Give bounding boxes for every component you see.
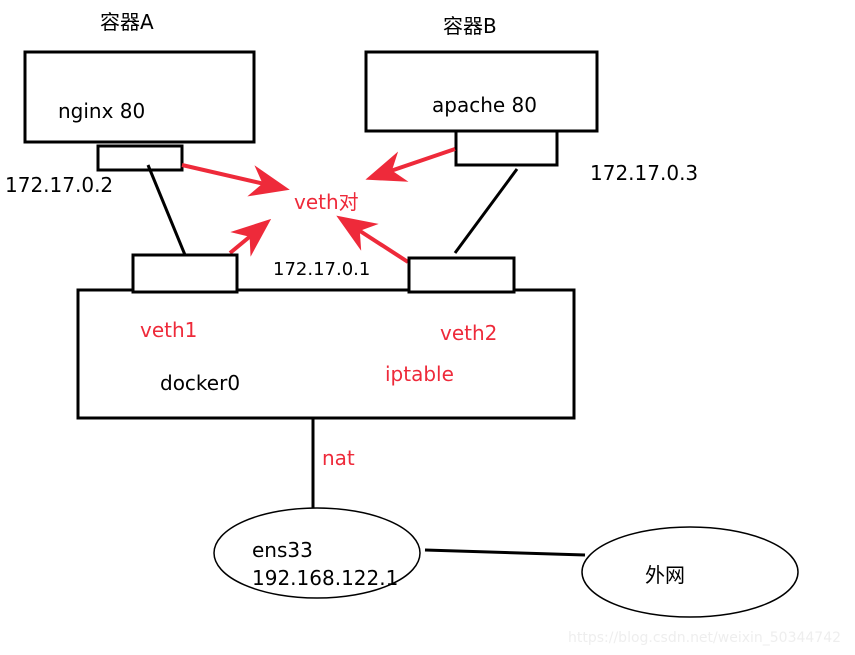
link-b xyxy=(453,168,519,254)
iptable-label: iptable xyxy=(385,362,454,386)
veth1-label: veth1 xyxy=(140,318,197,342)
nat-label: nat xyxy=(322,446,355,470)
external-label: 外网 xyxy=(645,563,685,587)
arrow-icon xyxy=(365,147,456,182)
veth2-label: veth2 xyxy=(440,321,497,345)
watermark: https://blog.csdn.net/weixin_50344742 xyxy=(568,630,841,646)
docker0-box xyxy=(76,288,576,420)
arrow-icon xyxy=(181,163,290,197)
external-link xyxy=(424,548,586,557)
veth-pair-label: veth对 xyxy=(294,190,359,214)
external-ellipse xyxy=(581,526,799,618)
veth1-port xyxy=(131,253,239,294)
arrow-icon xyxy=(228,218,272,257)
diagram-canvas: 容器A nginx 80 172.17.0.2 容器B apache 80 17… xyxy=(5,10,841,646)
ens33-name: ens33 xyxy=(252,538,313,562)
ens33-ip: 192.168.122.1 xyxy=(252,566,398,590)
docker-network-diagram: 容器A nginx 80 172.17.0.2 容器B apache 80 17… xyxy=(0,0,855,655)
container-b-box xyxy=(364,50,599,133)
link-a xyxy=(146,164,187,256)
container-a-eth xyxy=(96,144,184,172)
container-b-eth xyxy=(454,129,559,167)
bridge-ip: 172.17.0.1 xyxy=(273,259,370,280)
container-a-service: nginx 80 xyxy=(58,99,145,123)
container-b-title: 容器B xyxy=(443,14,497,38)
container-a-box xyxy=(23,50,256,144)
container-a-title: 容器A xyxy=(100,10,154,34)
veth2-port xyxy=(407,256,516,294)
docker0-label: docker0 xyxy=(160,371,240,395)
container-b-service: apache 80 xyxy=(432,93,537,117)
container-a-ip: 172.17.0.2 xyxy=(5,173,113,197)
container-b-ip: 172.17.0.3 xyxy=(590,161,698,185)
arrow-icon xyxy=(336,215,410,264)
